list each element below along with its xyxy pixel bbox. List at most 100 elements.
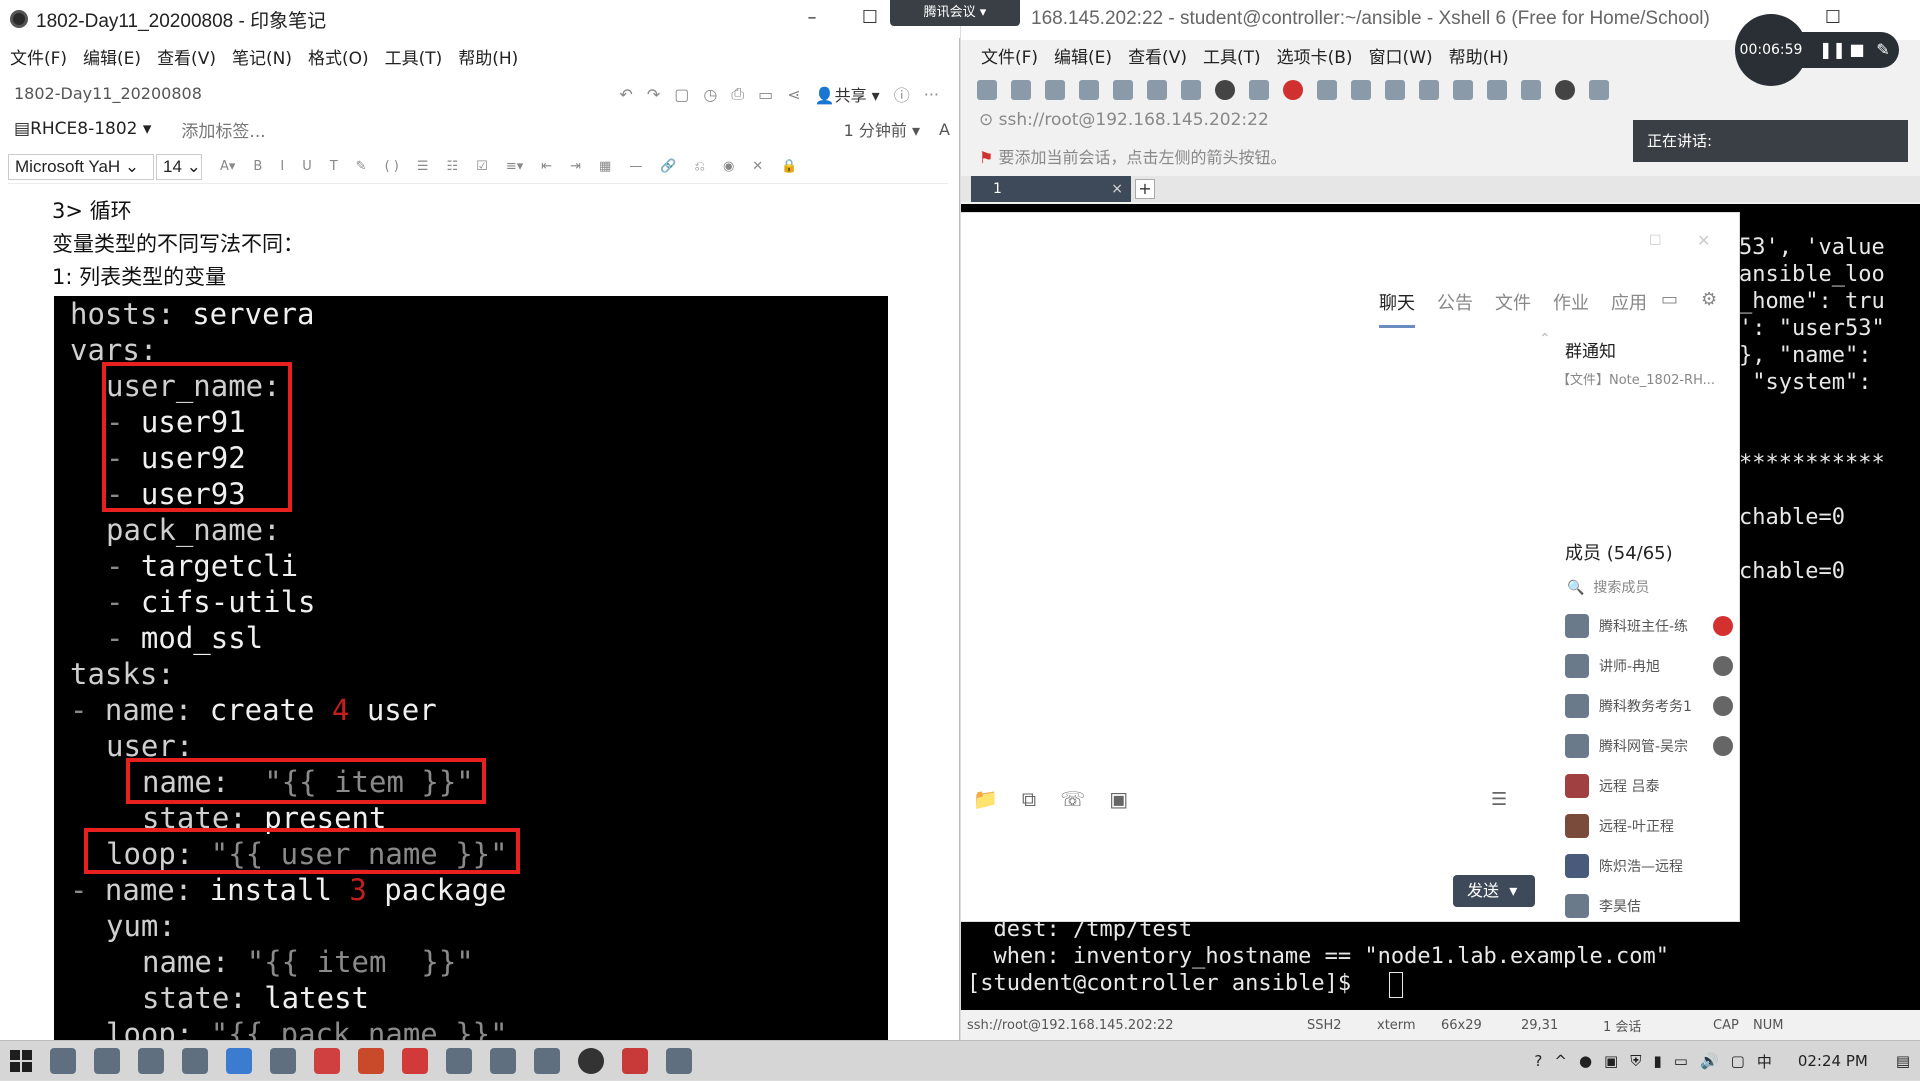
link-icon[interactable]: 🔗 xyxy=(660,159,676,174)
xmanager-icon[interactable] xyxy=(1317,80,1337,100)
xshell-taskbar-icon[interactable] xyxy=(622,1047,648,1074)
evernote-taskbar-icon[interactable] xyxy=(578,1047,604,1074)
indent-icon[interactable]: ⇥ xyxy=(570,159,581,174)
xs-menu-edit[interactable]: 编辑(E) xyxy=(1054,43,1112,68)
maximize-icon[interactable]: ☐ xyxy=(858,6,882,30)
chrome-icon[interactable] xyxy=(358,1047,384,1074)
ime-icon[interactable]: 中 xyxy=(1757,1051,1772,1072)
member-item[interactable]: 腾科教务考务1 xyxy=(1565,693,1733,719)
taskbar-app-icon[interactable] xyxy=(182,1047,208,1074)
menu-edit[interactable]: 编辑(E) xyxy=(83,44,141,69)
member-item[interactable]: 李昊佶 xyxy=(1565,893,1641,919)
share-link-icon[interactable]: ⋖ xyxy=(787,85,800,104)
taskbar-app-icon[interactable] xyxy=(314,1047,340,1074)
collapse-icon[interactable]: ⌃ xyxy=(1539,331,1551,347)
share-button[interactable]: 👤共享 ▾ xyxy=(815,82,880,106)
divider-icon[interactable]: — xyxy=(629,159,642,174)
note-body[interactable]: 3> 循环 变量类型的不同写法不同： 1: 列表类型的变量 xyxy=(52,195,304,294)
tab-files[interactable]: 文件 xyxy=(1495,289,1531,328)
present-icon[interactable]: ▢ xyxy=(674,85,689,104)
keyboard-icon[interactable] xyxy=(1419,80,1439,100)
script-icon[interactable] xyxy=(1249,80,1269,100)
taskbar-app-icon[interactable] xyxy=(446,1047,472,1074)
settings-icon[interactable]: ⚙ xyxy=(1701,289,1717,310)
menu-view[interactable]: 查看(V) xyxy=(157,44,216,69)
record-icon[interactable]: ◉ xyxy=(723,159,734,174)
close-tab-icon[interactable]: × xyxy=(1111,176,1123,202)
menu-tools[interactable]: 工具(T) xyxy=(385,44,443,69)
transfer-icon[interactable] xyxy=(1181,80,1201,100)
network-icon[interactable]: ▮ xyxy=(1653,1052,1661,1070)
member-item[interactable]: 腾科网管-吴宗 xyxy=(1565,733,1733,759)
tab-chat[interactable]: 聊天 xyxy=(1379,289,1415,328)
session-address-bar[interactable]: ⊙ ssh://root@192.168.145.202:22 xyxy=(979,110,1269,130)
xs-menu-view[interactable]: 查看(V) xyxy=(1128,43,1187,68)
bold-icon[interactable]: B xyxy=(253,159,262,174)
member-item[interactable]: 腾科班主任-练 xyxy=(1565,613,1733,639)
presentation-icon[interactable]: ▭ xyxy=(758,85,773,104)
align-icon[interactable]: ≡▾ xyxy=(506,159,523,174)
properties-icon[interactable] xyxy=(1113,80,1133,100)
font-family-select[interactable]: Microsoft YaH ⌄ xyxy=(8,153,154,180)
menu-format[interactable]: 格式(O) xyxy=(308,44,369,69)
undo-icon[interactable]: ↶ xyxy=(619,85,632,104)
bullet-list-icon[interactable]: ☰ xyxy=(417,159,429,174)
numbered-list-icon[interactable]: ☷ xyxy=(447,159,459,174)
highlight-icon[interactable]: ✎ xyxy=(356,159,367,174)
session-tab[interactable]: 1 192.168.145.202:22× xyxy=(971,176,1136,223)
tray-app-icon[interactable]: ▣ xyxy=(1604,1052,1618,1070)
taskbar-app-icon[interactable] xyxy=(534,1047,560,1074)
xs-menu-window[interactable]: 窗口(W) xyxy=(1369,43,1433,68)
info-icon[interactable]: ⓘ xyxy=(894,82,910,106)
tencent-meeting-badge[interactable]: 腾讯会议 ▾ xyxy=(890,0,1020,26)
xftp-icon[interactable] xyxy=(1283,80,1303,100)
group-notice-file[interactable]: 【文件】Note_1802-RH... xyxy=(1557,369,1715,388)
strikethrough-icon[interactable]: T xyxy=(330,159,338,174)
tab-announcement[interactable]: 公告 xyxy=(1437,289,1473,328)
taskbar-app-icon[interactable] xyxy=(490,1047,516,1074)
calendar-icon[interactable]: ▣ xyxy=(1109,787,1128,811)
lock-icon[interactable]: 🔒 xyxy=(781,159,797,174)
pause-icon[interactable]: ❚❚ xyxy=(1819,38,1846,62)
xs-menu-tabs[interactable]: 选项卡(B) xyxy=(1277,43,1353,68)
tab-apps[interactable]: 应用 xyxy=(1611,289,1647,328)
add-tab-button[interactable]: + xyxy=(1135,179,1155,199)
volume-icon[interactable]: 🔊 xyxy=(1700,1052,1719,1070)
task-view-icon[interactable] xyxy=(50,1047,76,1074)
redo-icon[interactable]: ↷ xyxy=(647,85,660,104)
display-icon[interactable]: ▢ xyxy=(1731,1052,1745,1070)
text-color-icon[interactable]: A▾ xyxy=(220,159,235,174)
message-settings-icon[interactable]: ☰ xyxy=(1491,789,1507,810)
member-item[interactable]: 远程 吕泰 xyxy=(1565,773,1659,799)
xs-menu-help[interactable]: 帮助(H) xyxy=(1449,43,1509,68)
tab-homework[interactable]: 作业 xyxy=(1553,289,1589,328)
clock[interactable]: 02:24 PM xyxy=(1798,1052,1868,1070)
tray-app-icon[interactable]: ● xyxy=(1579,1052,1592,1070)
pen-icon[interactable]: ✎ xyxy=(1871,38,1895,62)
taskbar-app-icon[interactable] xyxy=(666,1047,692,1074)
image-icon[interactable]: ⧉ xyxy=(1022,787,1036,811)
print-icon[interactable]: ⎙ xyxy=(731,84,744,104)
shield-icon[interactable]: ⛨ xyxy=(1630,1052,1641,1070)
menu-file[interactable]: 文件(F) xyxy=(10,44,67,69)
phone-icon[interactable]: ☏ xyxy=(1060,787,1085,811)
notebook-selector[interactable]: ▤RHCE8-1802 ▾ xyxy=(14,119,151,139)
minimize-icon[interactable]: – xyxy=(800,6,824,30)
lock-screen-icon[interactable] xyxy=(1385,80,1405,100)
font-color-icon[interactable]: A xyxy=(939,120,950,139)
help-icon[interactable] xyxy=(1555,80,1575,100)
battery-icon[interactable]: ▭ xyxy=(1674,1052,1688,1070)
screen-share-icon[interactable]: ▭ xyxy=(1661,289,1678,310)
compose-icon[interactable] xyxy=(1453,80,1473,100)
folder-icon[interactable]: 📁 xyxy=(973,787,998,811)
globe-icon[interactable] xyxy=(1215,80,1235,100)
taskbar-app-icon[interactable] xyxy=(94,1047,120,1074)
member-item[interactable]: 陈炽浩—远程 xyxy=(1565,853,1683,879)
new-session-icon[interactable] xyxy=(977,80,997,100)
attach-icon[interactable]: ⎌ xyxy=(695,159,705,174)
menu-note[interactable]: 笔记(N) xyxy=(232,44,292,69)
reminder-icon[interactable]: ◷ xyxy=(703,85,717,104)
taskbar-app-icon[interactable] xyxy=(270,1047,296,1074)
panel-maximize-icon[interactable]: ☐ xyxy=(1649,233,1662,249)
fullscreen-icon[interactable] xyxy=(1351,80,1371,100)
